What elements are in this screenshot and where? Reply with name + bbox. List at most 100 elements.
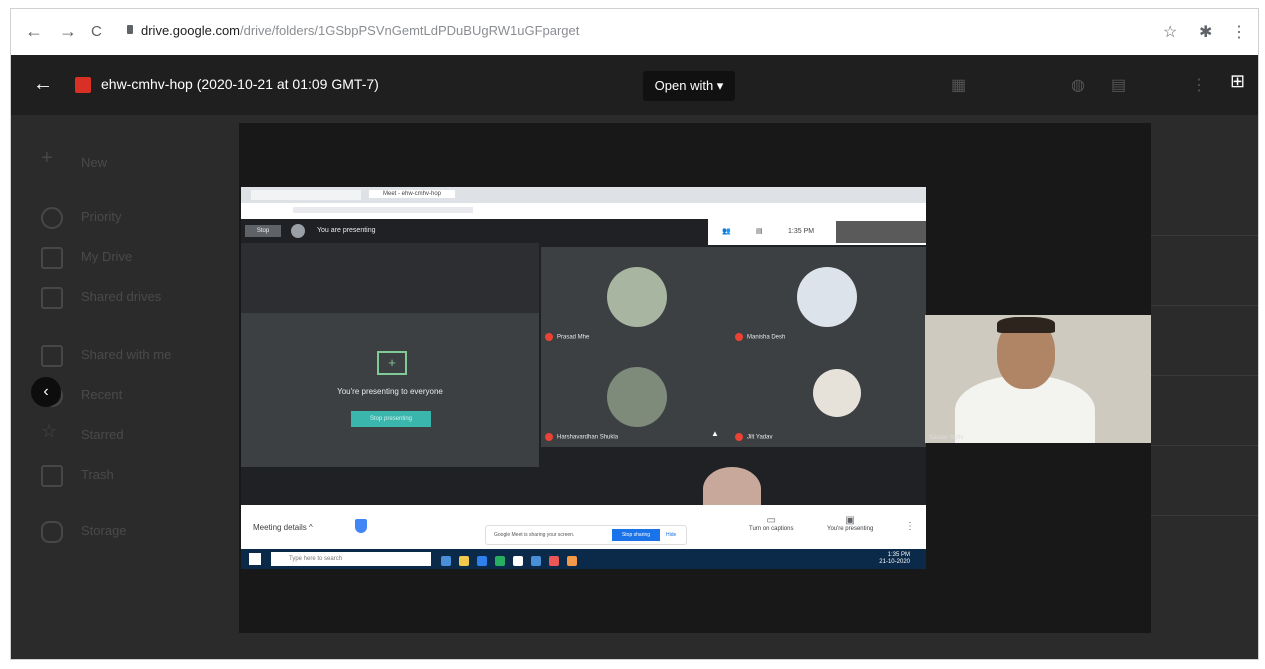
mic-off-icon [545,333,553,341]
menu-icon[interactable]: ⋮ [1231,22,1247,42]
windows-taskbar: Type here to search 1:35 PM 21-10-2020 [241,549,926,569]
participant-avatar [797,267,857,327]
taskbar-clock: 1:35 PM 21-10-2020 [879,552,910,565]
divider [1151,515,1258,516]
participant-name: Harshavardhan Shukla [545,433,618,441]
cloud-icon [41,521,63,543]
reload-button[interactable]: C [91,23,102,40]
taskbar-app-icon[interactable] [531,556,541,566]
self-name: Saurav Sethi [929,435,964,441]
people-icon [41,345,63,367]
browser-toolbar: ← → C drive.google.com/drive/folders/1GS… [11,9,1258,55]
taskbar-app-icon[interactable] [549,556,559,566]
sidebar-item-trash[interactable]: Trash [35,457,215,497]
back-button[interactable]: ← [25,21,43,42]
taskbar-app-icon[interactable] [441,556,451,566]
windows-start-icon[interactable] [249,553,261,565]
video-file-icon [75,77,91,93]
participant-avatar [813,369,861,417]
taskbar-app-icon[interactable] [567,556,577,566]
self-thumbnail [836,221,926,243]
inner-address-bar [241,203,926,219]
download-icon[interactable]: ▤ [1111,75,1126,95]
taskbar-app-icon[interactable] [495,556,505,566]
captions-icon: ▭ [766,515,776,526]
people-icon[interactable]: 👥 [722,227,731,235]
sharing-notification: Google Meet is sharing your screen. Stop… [485,525,687,545]
inner-browser-tabs: Meet - ehw-cmhv-hop [241,187,926,203]
participant-label: Harshavardhan Shukla [557,434,619,441]
drive-sidebar: + New Priority My Drive Shared drives Sha… [35,145,215,553]
inner-tab: Meet - ehw-cmhv-hop [369,190,456,198]
star-icon: ☆ [41,421,58,441]
add-to-drive-icon[interactable]: ◍ [1071,75,1085,95]
person-hair [997,317,1055,333]
url-path: /drive/folders/1GSbpPSVnGemtLdPDuBUgRW1u… [240,23,580,38]
taskbar-app-icon[interactable] [459,556,469,566]
taskbar-search[interactable]: Type here to search [271,552,431,566]
participant-name: Manisha Desh [735,333,785,341]
stop-button[interactable]: Stop [245,225,281,237]
forward-button[interactable]: → [59,21,77,42]
sidebar-label: Recent [81,387,123,402]
trash-icon [41,465,63,487]
participant-grid [541,247,926,447]
file-name: ehw-cmhv-hop (2020-10-21 at 01:09 GMT-7) [101,76,379,92]
viewer-topbar: ← ehw-cmhv-hop (2020-10-21 at 01:09 GMT-… [11,55,1258,115]
more-options-icon[interactable]: ⋮ [905,521,915,532]
participant-label: Prasad Mhe [557,334,590,341]
star-icon[interactable]: ☆ [1163,22,1177,42]
comment-icon[interactable]: ⊞ [1230,71,1250,91]
stop-presenting-button[interactable]: Stop presenting [351,411,431,427]
captions-button[interactable]: ▭ Turn on captions [749,515,793,532]
print-icon[interactable]: ▦ [951,75,966,95]
video-player[interactable]: Meet - ehw-cmhv-hop Stop You are present… [239,123,1151,633]
chat-icon[interactable]: ▤ [756,227,763,235]
meet-time: 1:35 PM [788,228,815,235]
shield-icon[interactable] [355,519,367,533]
sidebar-label: Priority [81,209,122,224]
divider [1151,375,1258,376]
taskbar-app-icon[interactable] [477,556,487,566]
meeting-details-button[interactable]: Meeting details ^ [253,523,313,532]
sidebar-item-shared-drives[interactable]: Shared drives [35,279,215,319]
address-bar[interactable]: drive.google.com/drive/folders/1GSbpPSVn… [141,23,579,38]
participant-label: Jilt Yadav [747,434,773,441]
open-with-button[interactable]: Open with ▾ [643,71,735,101]
extension-icon[interactable]: ✱ [1199,22,1212,42]
cursor-icon: ▲ [711,429,719,438]
presenting-banner: You are presenting [317,227,376,234]
stop-sharing-button[interactable]: Stop sharing [612,529,660,541]
sidebar-item-recent[interactable]: Recent [35,377,215,417]
sidebar-item-shared-with-me[interactable]: Shared with me [35,337,215,377]
shared-screen: Meet - ehw-cmhv-hop Stop You are present… [241,187,926,569]
sidebar-item-my-drive[interactable]: My Drive [35,239,215,279]
participant-avatar [607,267,667,327]
meet-bottom-bar: Meeting details ^ Google Meet is sharing… [241,505,926,549]
sidebar-item-starred[interactable]: ☆ Starred [35,417,215,457]
present-screen-icon: ▣ [845,515,855,526]
previous-arrow-icon[interactable]: ‹ [31,377,61,407]
mic-off-icon [735,433,743,441]
mic-off-icon [545,433,553,441]
sidebar-label: Shared with me [81,347,172,362]
sidebar-label: Trash [81,467,114,482]
sidebar-item-priority[interactable]: Priority [35,199,215,239]
participant-avatar [607,367,667,427]
hide-button[interactable]: Hide [666,532,676,538]
self-view-video: Saurav Sethi [925,315,1151,443]
url-host: drive.google.com [141,23,240,38]
plus-icon: + [41,147,53,169]
mic-off-icon [735,333,743,341]
sidebar-item-storage[interactable]: Storage [35,513,215,553]
sidebar-label: Storage [81,523,127,538]
lock-icon[interactable] [127,25,133,34]
presenting-button[interactable]: ▣ You're presenting [827,515,873,532]
sidebar-item-new[interactable]: + New [35,145,215,185]
priority-icon [41,207,63,229]
shared-drive-icon [41,287,63,309]
more-icon[interactable]: ⋮ [1191,75,1207,95]
taskbar-app-icon[interactable] [513,556,523,566]
dark-region [241,243,539,313]
back-arrow-icon[interactable]: ← [33,73,53,96]
